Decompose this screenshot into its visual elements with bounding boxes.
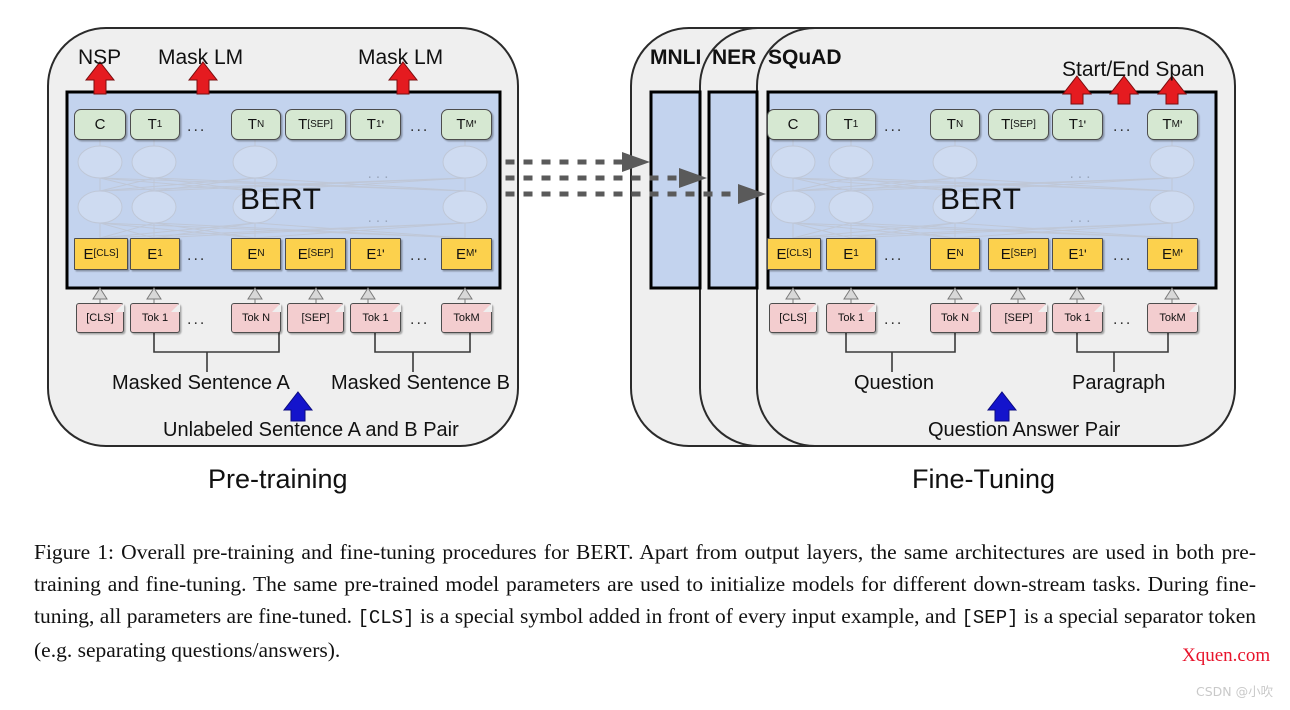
output-chip-tm-prime: T M ' xyxy=(441,109,492,140)
embedding-chips-ellipsis-right-2: ... xyxy=(1113,247,1133,264)
input-token-sep-right: [SEP] xyxy=(990,303,1047,333)
input-token-cls-left: [CLS] xyxy=(76,303,124,333)
bert-label-pretraining: BERT xyxy=(240,183,322,216)
output-chip-tn: TN xyxy=(231,109,281,140)
output-chip-tm-prime-right: T M ' xyxy=(1147,109,1198,140)
output-label-start-end-span: Start/End Span xyxy=(1062,58,1205,81)
task-tab-ner[interactable]: NER xyxy=(712,46,756,70)
input-tokens-ellipsis-right-1: ... xyxy=(884,311,904,328)
group-label-paragraph: Paragraph xyxy=(1072,372,1166,394)
csdn-watermark: CSDN @小吹 xyxy=(1196,684,1274,699)
phase-label-pretraining: Pre-training xyxy=(208,464,348,494)
embedding-chip-e1-right: E1 xyxy=(826,238,876,270)
input-tokens-ellipsis-left-1: ... xyxy=(187,311,207,328)
bert-label-finetuning: BERT xyxy=(940,183,1022,216)
embedding-chip-ecls-right: E [CLS] xyxy=(767,238,821,270)
embedding-chip-esep-right: E [SEP] xyxy=(988,238,1049,270)
caption-part-2: is a special symbol added in front of ev… xyxy=(414,604,962,628)
mesh-dots-right-upper: . . . xyxy=(1070,165,1091,182)
input-source-label-finetuning: Question Answer Pair xyxy=(928,419,1121,441)
task-tab-mnli[interactable]: MNLI xyxy=(650,46,701,70)
output-chip-tsep: T [SEP] xyxy=(285,109,346,140)
output-chip-tn-right: TN xyxy=(930,109,980,140)
mesh-dots-right-lower: . . . xyxy=(1070,209,1091,226)
embedding-chip-e1: E1 xyxy=(130,238,180,270)
input-token-tok1b-left: Tok 1 xyxy=(350,303,401,333)
output-chip-t1-prime-right: T 1 ' xyxy=(1052,109,1103,140)
embedding-chips-ellipsis-left-1: ... xyxy=(187,247,207,264)
input-token-tokm-right: TokM xyxy=(1147,303,1198,333)
output-chip-c: C xyxy=(74,109,126,140)
embedding-chip-en-right: EN xyxy=(930,238,980,270)
output-chips-ellipsis-left-1: ... xyxy=(187,118,207,135)
output-chip-tsep-right: T [SEP] xyxy=(988,109,1049,140)
embedding-chip-e1-prime: E 1 ' xyxy=(350,238,401,270)
group-label-question: Question xyxy=(854,372,935,394)
embedding-chips-ellipsis-right-1: ... xyxy=(884,247,904,264)
input-token-tokm-left: TokM xyxy=(441,303,492,333)
input-token-sep-left: [SEP] xyxy=(287,303,344,333)
output-chip-c-right: C xyxy=(767,109,819,140)
group-label-masked-sentence-a: Masked Sentence A xyxy=(112,372,290,394)
embedding-chips-ellipsis-left-2: ... xyxy=(410,247,430,264)
task-tab-squad[interactable]: SQuAD xyxy=(768,46,842,70)
output-label-mask-lm-2: Mask LM xyxy=(358,46,444,69)
input-tokens-ellipsis-left-2: ... xyxy=(410,311,430,328)
output-label-nsp: NSP xyxy=(78,46,122,69)
red-url-watermark: Xquen.com xyxy=(1182,645,1271,666)
input-token-tokn-left: Tok N xyxy=(231,303,281,333)
input-token-tok1-left: Tok 1 xyxy=(130,303,180,333)
input-token-tok1b-right: Tok 1 xyxy=(1052,303,1103,333)
input-token-cls-right: [CLS] xyxy=(769,303,817,333)
bert-architecture-figure: . . . . . . . . . . . . NSP Mask LM Mask… xyxy=(0,0,1290,710)
bert-strip-mnli xyxy=(649,90,702,290)
embedding-chip-em-prime: E M ' xyxy=(441,238,492,270)
group-label-masked-sentence-b: Masked Sentence B xyxy=(331,372,510,394)
input-tokens-ellipsis-right-2: ... xyxy=(1113,311,1133,328)
caption-token-cls: [CLS] xyxy=(357,607,415,629)
output-chips-ellipsis-right-2: ... xyxy=(1113,118,1133,135)
input-source-label-pretraining: Unlabeled Sentence A and B Pair xyxy=(163,419,459,441)
embedding-chip-esep: E [SEP] xyxy=(285,238,346,270)
embedding-chip-en: EN xyxy=(231,238,281,270)
embedding-chip-ecls: E [CLS] xyxy=(74,238,128,270)
output-chip-t1: T1 xyxy=(130,109,180,140)
input-token-tok1-right: Tok 1 xyxy=(826,303,876,333)
figure-caption: Figure 1: Overall pre-training and fine-… xyxy=(34,536,1256,666)
mesh-dots-left-upper: . . . xyxy=(368,165,389,182)
embedding-chip-e1-prime-right: E 1 ' xyxy=(1052,238,1103,270)
mesh-dots-left-lower: . . . xyxy=(368,209,389,226)
output-chips-ellipsis-right-1: ... xyxy=(884,118,904,135)
output-label-mask-lm-1: Mask LM xyxy=(158,46,244,69)
input-token-tokn-right: Tok N xyxy=(930,303,980,333)
phase-label-finetuning: Fine-Tuning xyxy=(912,464,1056,494)
output-chips-ellipsis-left-2: ... xyxy=(410,118,430,135)
output-chip-t1-right: T1 xyxy=(826,109,876,140)
embedding-chip-em-prime-right: E M ' xyxy=(1147,238,1198,270)
output-chip-t1-prime: T 1 ' xyxy=(350,109,401,140)
caption-token-sep: [SEP] xyxy=(961,607,1019,629)
